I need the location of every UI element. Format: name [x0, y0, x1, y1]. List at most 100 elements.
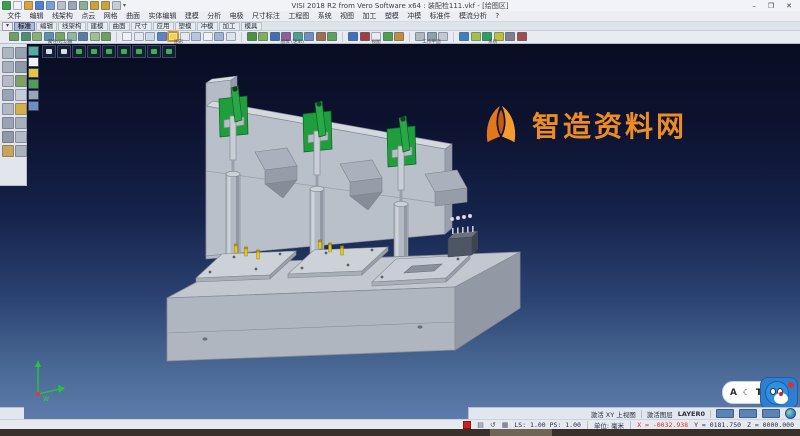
menu-item-6[interactable]: 曲面: [122, 11, 144, 21]
info-icon[interactable]: [15, 145, 27, 157]
tool-2-2-icon[interactable]: [134, 32, 144, 41]
menu-item-11[interactable]: 尺寸标注: [248, 11, 284, 21]
previous-view-icon[interactable]: [57, 45, 71, 58]
ribbon-tab-2[interactable]: 编辑: [36, 22, 57, 31]
maximize-button[interactable]: ❐: [768, 2, 774, 10]
blank-mode-icon[interactable]: [28, 57, 39, 67]
tool-3-3-icon[interactable]: [270, 32, 280, 41]
menu-item-14[interactable]: 视图: [336, 11, 358, 21]
pan-icon[interactable]: [15, 61, 27, 73]
tool-3-1-icon[interactable]: [247, 32, 257, 41]
grid-snap-icon[interactable]: ▦: [502, 421, 509, 429]
ribbon-tab-3[interactable]: 线架构: [58, 22, 86, 31]
ribbon-tab-7[interactable]: 应用: [153, 22, 174, 31]
tool-4-5-icon[interactable]: [394, 32, 404, 41]
mask-icon[interactable]: [15, 89, 27, 101]
help-icon[interactable]: [112, 1, 121, 10]
tool-3-6-icon[interactable]: [304, 32, 314, 41]
close-button[interactable]: ✕: [786, 2, 792, 10]
active-layer-value[interactable]: LAYER0: [678, 410, 705, 418]
tool-4-4-icon[interactable]: [383, 32, 393, 41]
snap-icon[interactable]: [2, 103, 14, 115]
menu-item-3[interactable]: 线架构: [48, 11, 77, 21]
menu-item-15[interactable]: 加工: [358, 11, 380, 21]
layer-icon[interactable]: [15, 75, 27, 87]
ime-fullwidth-icon[interactable]: ☾: [743, 388, 750, 397]
front-view-icon[interactable]: [102, 45, 116, 58]
highlight-icon[interactable]: [15, 103, 27, 115]
menu-item-10[interactable]: 电极: [225, 11, 247, 21]
save-icon[interactable]: [35, 1, 44, 10]
wireframe-icon[interactable]: [2, 117, 14, 129]
tool-2-9-icon[interactable]: [214, 32, 224, 41]
side-view-icon[interactable]: [117, 45, 131, 58]
menu-item-16[interactable]: 塑模: [381, 11, 403, 21]
zoom-window-icon[interactable]: [2, 61, 14, 73]
tool-2-1-icon[interactable]: [122, 32, 132, 41]
measure-icon[interactable]: [2, 89, 14, 101]
ribbon-tab-10[interactable]: 加工: [219, 22, 240, 31]
tool-2-4-icon[interactable]: [157, 32, 167, 41]
ribbon-tab-8[interactable]: 塑模: [175, 22, 196, 31]
attributes-icon[interactable]: [2, 145, 14, 157]
tool-2-3-icon[interactable]: [145, 32, 155, 41]
top-view-icon[interactable]: [87, 45, 101, 58]
color-swatch-icon[interactable]: [463, 421, 471, 429]
erase-icon[interactable]: [15, 47, 27, 59]
new-file-icon[interactable]: [13, 1, 22, 10]
save-all-icon[interactable]: [46, 1, 55, 10]
open-file-icon[interactable]: [24, 1, 33, 10]
ribbon-tab-9[interactable]: 冲模: [197, 22, 218, 31]
tool-6-6-icon[interactable]: [517, 32, 527, 41]
ghost-mode-icon[interactable]: [28, 90, 39, 100]
zoom-fit-icon[interactable]: [2, 75, 14, 87]
bottom-view-icon[interactable]: [147, 45, 161, 58]
redraw-icon[interactable]: [2, 131, 14, 143]
tool-1-8-icon[interactable]: [90, 32, 100, 41]
ribbon-tab-11[interactable]: 模具: [241, 22, 262, 31]
import-icon[interactable]: [79, 1, 88, 10]
menu-item-4[interactable]: 点云: [77, 11, 99, 21]
print-icon[interactable]: [57, 1, 66, 10]
menu-item-5[interactable]: 网格: [100, 11, 122, 21]
tool-1-3-icon[interactable]: [32, 32, 42, 41]
ribbon-tab-6[interactable]: 尺寸: [131, 22, 152, 31]
preview-icon[interactable]: [68, 1, 77, 10]
tool-4-2-icon[interactable]: [360, 32, 370, 41]
menu-item-13[interactable]: 系统: [314, 11, 336, 21]
status-button-3[interactable]: [762, 409, 780, 418]
rotate-view-icon[interactable]: [72, 45, 86, 58]
dynamic-view-icon[interactable]: [162, 45, 176, 58]
solid-mode-icon[interactable]: [28, 79, 39, 89]
globe-icon[interactable]: [785, 408, 796, 419]
3d-viewport[interactable]: 智造资料网: [0, 44, 800, 419]
isometric-view-icon[interactable]: [42, 45, 56, 58]
menu-item-20[interactable]: ?: [491, 12, 503, 20]
menu-item-8[interactable]: 建模: [181, 11, 203, 21]
menu-item-18[interactable]: 标准件: [425, 11, 454, 21]
ribbon-collapse-button[interactable]: ▾: [2, 22, 13, 31]
ribbon-tab-5[interactable]: 曲面: [109, 22, 130, 31]
back-view-icon[interactable]: [132, 45, 146, 58]
tool-3-8-icon[interactable]: [327, 32, 337, 41]
app-logo-icon[interactable]: [2, 1, 11, 10]
status-button-1[interactable]: [716, 409, 734, 418]
menu-item-17[interactable]: 冲模: [403, 11, 425, 21]
tool-3-7-icon[interactable]: [316, 32, 326, 41]
menu-item-7[interactable]: 实体编辑: [144, 11, 180, 21]
ribbon-tab-1[interactable]: 标准: [14, 22, 35, 31]
tool-2-10-icon[interactable]: [226, 32, 236, 41]
shading-mode-icon[interactable]: [28, 46, 39, 56]
ribbon-tab-4[interactable]: 建模: [87, 22, 108, 31]
tool-6-1-icon[interactable]: [459, 32, 469, 41]
tool-2-7-icon[interactable]: [191, 32, 201, 41]
page-icon[interactable]: ▤: [477, 421, 484, 429]
section-mode-icon[interactable]: [28, 101, 39, 111]
undo-history-icon[interactable]: ↺: [490, 421, 496, 429]
status-button-2[interactable]: [739, 409, 757, 418]
undo-icon[interactable]: [90, 1, 99, 10]
tool-1-2-icon[interactable]: [21, 32, 31, 41]
tool-1-9-icon[interactable]: [101, 32, 111, 41]
tool-1-7-icon[interactable]: [78, 32, 88, 41]
select-icon[interactable]: [2, 47, 14, 59]
